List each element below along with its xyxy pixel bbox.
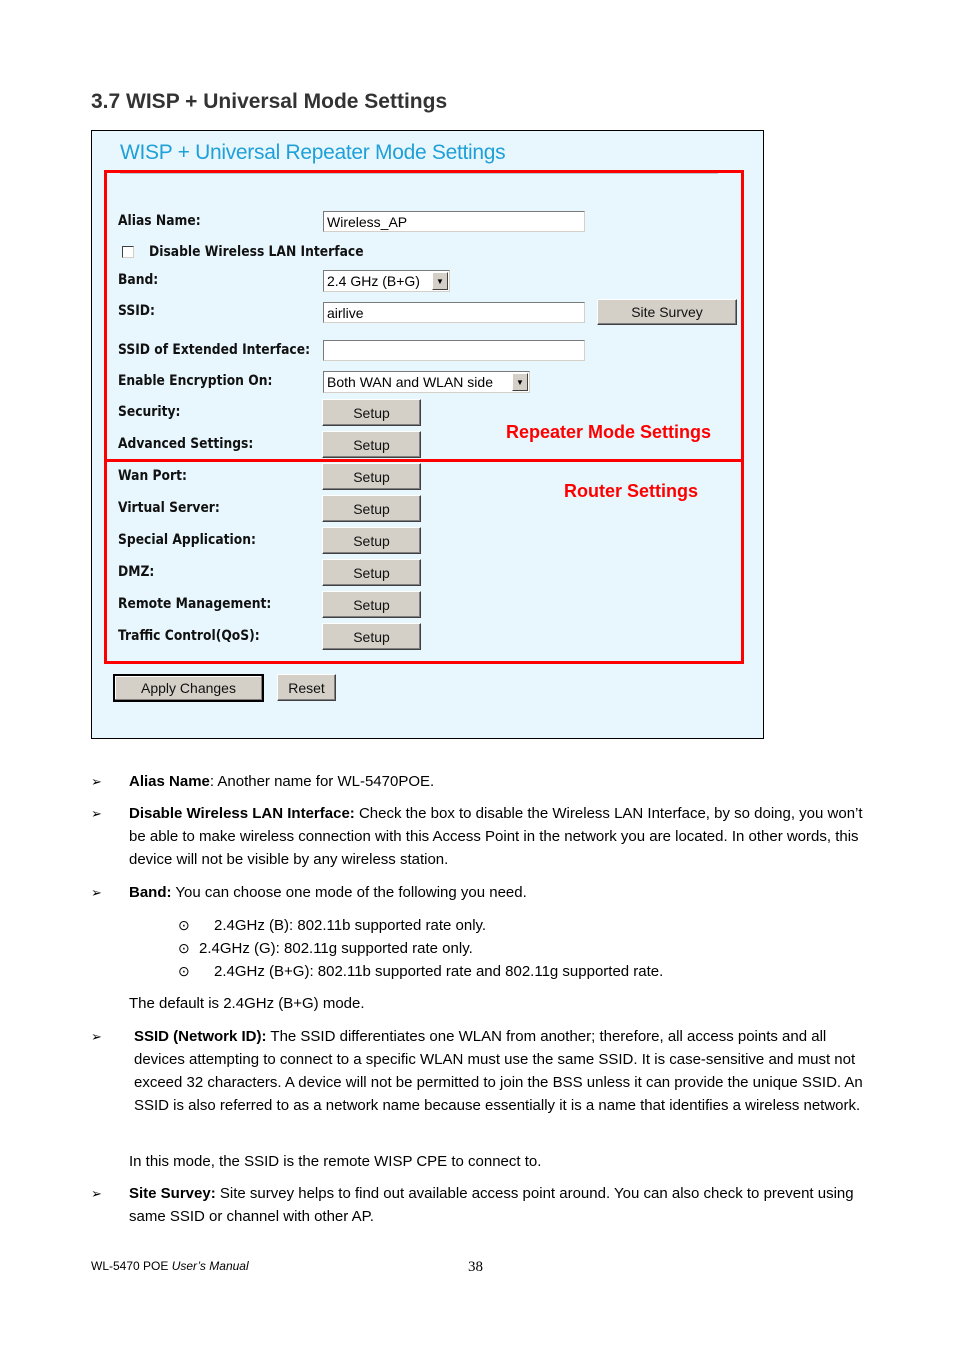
arrow-bullet-icon: ➢ (91, 774, 102, 789)
ssid-label: SSID: (118, 303, 155, 319)
encryption-label: Enable Encryption On: (118, 373, 273, 389)
band-selected-value: 2.4 GHz (B+G) (327, 273, 420, 289)
arrow-bullet-icon: ➢ (91, 885, 102, 900)
virtual-server-label: Virtual Server: (118, 500, 220, 516)
page-number: 38 (468, 1259, 483, 1275)
advanced-settings-label: Advanced Settings: (118, 436, 254, 452)
description: : Another name for WL-5470POE. (209, 773, 435, 790)
disable-wlan-checkbox[interactable] (122, 246, 134, 258)
arrow-bullet-icon: ➢ (91, 1186, 102, 1201)
band-label: Band: (118, 272, 159, 288)
ssid-mode-note: In this mode, the SSID is the remote WIS… (129, 1153, 542, 1170)
ssid-input[interactable] (323, 302, 585, 323)
apply-changes-button[interactable]: Apply Changes (113, 674, 264, 702)
remote-management-label: Remote Management: (118, 596, 272, 612)
panel-title: WISP + Universal Repeater Mode Settings (120, 141, 506, 164)
remote-management-setup-button[interactable]: Setup (322, 591, 421, 618)
wan-port-setup-button[interactable]: Setup (322, 463, 421, 490)
virtual-server-setup-button[interactable]: Setup (322, 495, 421, 522)
circle-bullet-icon: ⊙ (178, 917, 190, 933)
disable-wlan-label: Disable Wireless LAN Interface (149, 244, 364, 260)
description: You can choose one mode of the following… (171, 884, 527, 901)
security-label: Security: (118, 404, 181, 420)
security-setup-button[interactable]: Setup (322, 399, 421, 426)
chevron-down-icon[interactable]: ▼ (512, 373, 528, 391)
repeater-annotation: Repeater Mode Settings (506, 422, 712, 442)
term: Site Survey: (129, 1185, 216, 1202)
ssid-extended-input[interactable] (323, 340, 585, 361)
special-application-label: Special Application: (118, 532, 256, 548)
advanced-setup-button[interactable]: Setup (322, 431, 421, 458)
footer-product: WL-5470 POE User’s Manual (91, 1259, 249, 1273)
description: Site survey helps to find out available … (129, 1185, 854, 1225)
band-default-note: The default is 2.4GHz (B+G) mode. (129, 995, 365, 1012)
term: SSID (Network ID): (134, 1028, 267, 1045)
section-title: 3.7 WISP + Universal Mode Settings (91, 90, 448, 113)
chevron-down-icon[interactable]: ▼ (432, 272, 448, 290)
dmz-setup-button[interactable]: Setup (322, 559, 421, 586)
term: Alias Name (129, 773, 210, 790)
encryption-selected-value: Both WAN and WLAN side (327, 374, 493, 390)
circle-bullet-icon: ⊙ (178, 963, 190, 979)
special-application-setup-button[interactable]: Setup (322, 527, 421, 554)
arrow-bullet-icon: ➢ (91, 1029, 102, 1044)
arrow-bullet-icon: ➢ (91, 806, 102, 821)
traffic-control-setup-button[interactable]: Setup (322, 623, 421, 650)
site-survey-button[interactable]: Site Survey (597, 299, 737, 325)
traffic-control-label: Traffic Control(QoS): (118, 628, 260, 644)
settings-screenshot: WISP + Universal Repeater Mode Settings … (91, 130, 764, 739)
reset-button[interactable]: Reset (277, 674, 336, 701)
wan-port-label: Wan Port: (118, 468, 187, 484)
band-select[interactable]: 2.4 GHz (B+G) ▼ (323, 270, 450, 292)
ssid-extended-label: SSID of Extended Interface: (118, 342, 311, 358)
term: Band: (129, 884, 172, 901)
alias-name-input[interactable] (323, 211, 585, 232)
circle-bullet-icon: ⊙ (178, 940, 190, 956)
encryption-select[interactable]: Both WAN and WLAN side ▼ (323, 371, 530, 393)
alias-name-label: Alias Name: (118, 213, 201, 229)
term: Disable Wireless LAN Interface: (129, 805, 355, 822)
dmz-label: DMZ: (118, 564, 155, 580)
router-annotation: Router Settings (564, 481, 699, 501)
